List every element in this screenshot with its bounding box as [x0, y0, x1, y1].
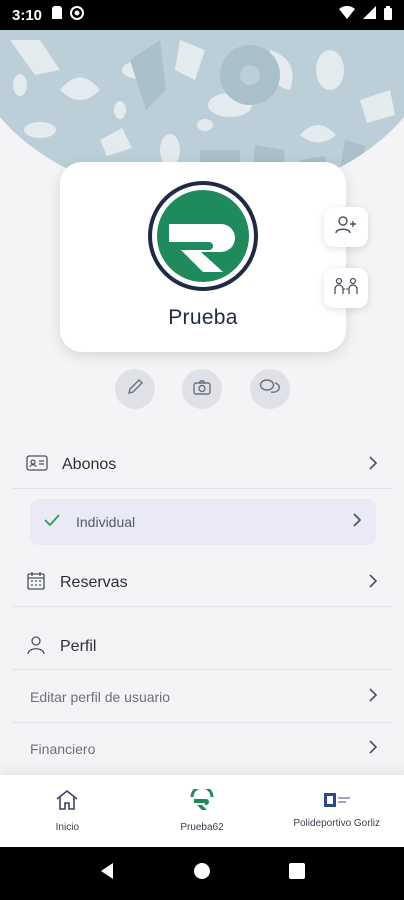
chevron-right-icon [368, 455, 378, 476]
system-navigation-bar [0, 847, 404, 900]
chevron-right-icon [352, 512, 362, 533]
status-bar: 3:10 [0, 0, 404, 30]
profile-logo [147, 180, 259, 292]
chat-bubbles-icon [259, 378, 281, 401]
connections-button[interactable] [324, 268, 368, 308]
nav-label: Inicio [55, 822, 80, 833]
camera-icon [192, 378, 212, 401]
recents-icon[interactable] [289, 863, 305, 884]
divider [12, 488, 392, 489]
nav-prueba62[interactable]: Prueba62 [135, 775, 270, 847]
status-time: 3:10 [12, 6, 43, 24]
calendar-icon [26, 571, 46, 596]
abono-individual-item[interactable]: Individual [30, 499, 376, 545]
data-saver-icon [70, 5, 85, 25]
bottom-navigation: Inicio Prueba62 Polideportivo Gorliz [0, 775, 404, 847]
nav-polideportivo[interactable]: Polideportivo Gorliz [269, 775, 404, 847]
chevron-right-icon [368, 739, 378, 760]
individual-label: Individual [76, 514, 136, 530]
editar-perfil-label: Editar perfil de usuario [30, 689, 171, 705]
pencil-icon [126, 378, 144, 401]
perfil-label: Perfil [60, 638, 97, 655]
editar-perfil-row[interactable]: Editar perfil de usuario [12, 680, 392, 714]
edit-button[interactable] [115, 369, 155, 409]
divider [12, 606, 392, 607]
divider [12, 722, 392, 723]
profile-card: Prueba [60, 162, 346, 352]
sim-card-icon [52, 6, 63, 24]
chevron-right-icon [368, 573, 378, 594]
nav-label: Polideportivo Gorliz [293, 818, 381, 829]
camera-button[interactable] [182, 369, 222, 409]
add-user-icon [334, 215, 358, 240]
check-icon [44, 513, 60, 531]
reservas-label: Reservas [60, 574, 128, 591]
app-logo-icon [190, 785, 214, 816]
nav-inicio[interactable]: Inicio [0, 775, 135, 847]
chevron-right-icon [368, 687, 378, 708]
home-circle-icon[interactable] [193, 862, 211, 885]
user-icon [26, 635, 46, 660]
back-icon[interactable] [99, 862, 115, 885]
profile-name: Prueba [168, 306, 238, 329]
add-friend-button[interactable] [324, 207, 368, 247]
chat-button[interactable] [250, 369, 290, 409]
wifi-icon [339, 5, 355, 24]
abonos-row[interactable]: Abonos [12, 448, 392, 482]
center-logo-icon [323, 793, 350, 812]
home-icon [55, 789, 79, 816]
battery-icon [384, 5, 392, 25]
id-card-icon [26, 454, 48, 476]
signal-icon [363, 6, 376, 24]
people-link-icon [333, 276, 359, 301]
financiero-label: Financiero [30, 741, 96, 757]
nav-label: Prueba62 [180, 822, 224, 833]
financiero-row[interactable]: Financiero [12, 732, 392, 766]
divider [12, 669, 392, 670]
reservas-row[interactable]: Reservas [12, 566, 392, 600]
perfil-row[interactable]: Perfil [12, 630, 392, 664]
abonos-label: Abonos [62, 456, 117, 473]
